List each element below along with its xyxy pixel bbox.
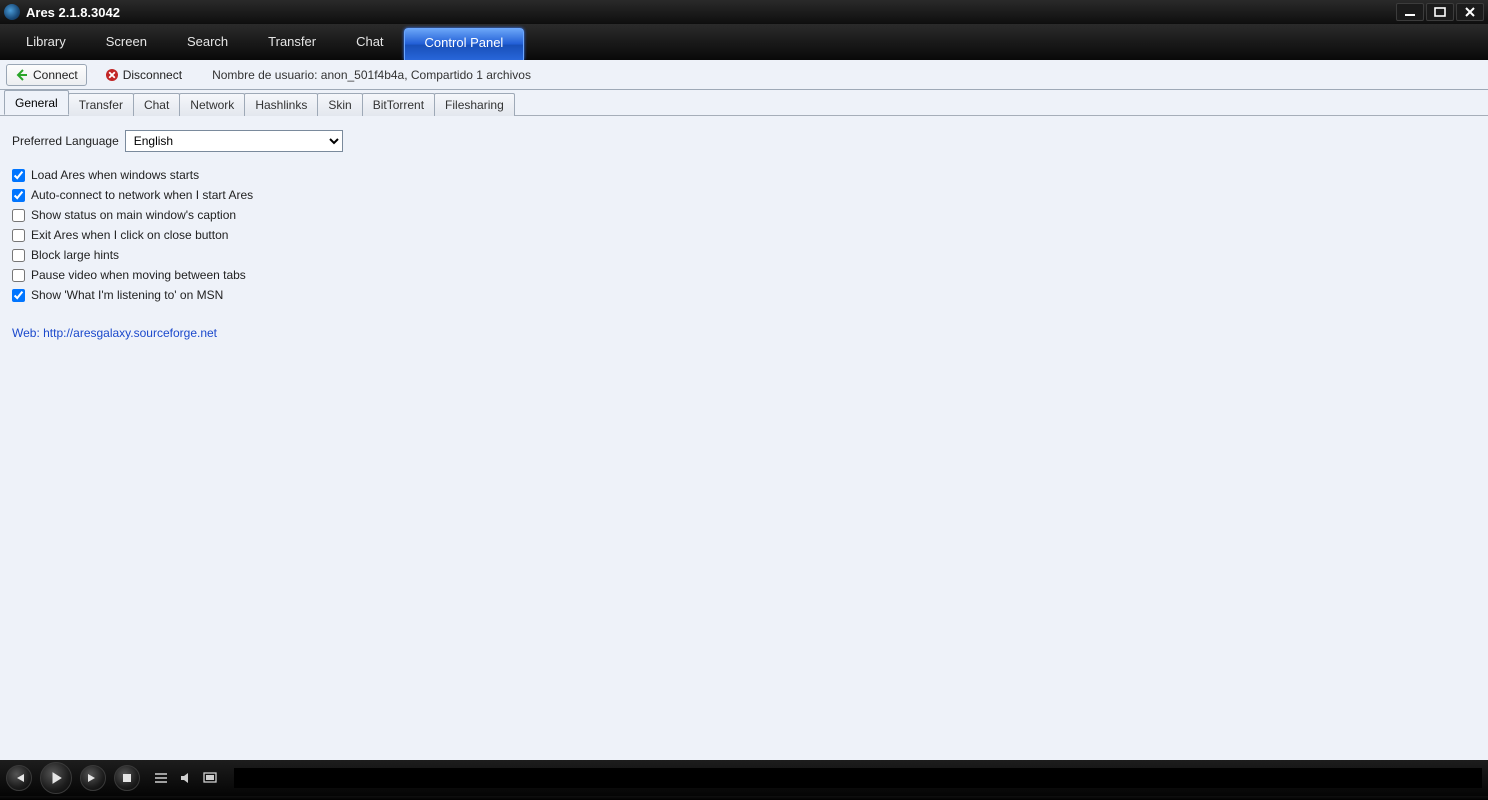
footer-strip: [0, 796, 1488, 800]
tab-filesharing[interactable]: Filesharing: [434, 93, 515, 116]
prev-icon: [13, 772, 25, 784]
tab-bittorrent[interactable]: BitTorrent: [362, 93, 435, 116]
nav-chat[interactable]: Chat: [336, 28, 403, 60]
title-bar: Ares 2.1.8.3042: [0, 0, 1488, 24]
minimize-icon: [1404, 7, 1416, 17]
tab-hashlinks[interactable]: Hashlinks: [244, 93, 318, 116]
disconnect-label: Disconnect: [123, 68, 182, 82]
tab-transfer[interactable]: Transfer: [68, 93, 134, 116]
settings-content: Preferred Language English Load Ares whe…: [0, 116, 1488, 760]
check-label: Block large hints: [31, 248, 119, 262]
connect-button[interactable]: Connect: [6, 64, 87, 86]
player-bar: [0, 760, 1488, 796]
tab-skin[interactable]: Skin: [317, 93, 362, 116]
check-msn-listening[interactable]: [12, 289, 25, 302]
connect-label: Connect: [33, 68, 78, 82]
language-select[interactable]: English: [125, 130, 343, 152]
volume-icon: [179, 771, 193, 785]
connection-toolbar: Connect Disconnect Nombre de usuario: an…: [0, 60, 1488, 90]
playlist-icon: [155, 771, 169, 785]
next-icon: [87, 772, 99, 784]
play-button[interactable]: [40, 762, 72, 794]
check-load-startup[interactable]: [12, 169, 25, 182]
stop-button[interactable]: [114, 765, 140, 791]
check-show-status[interactable]: [12, 209, 25, 222]
nav-transfer[interactable]: Transfer: [248, 28, 336, 60]
playlist-button[interactable]: [154, 770, 170, 786]
maximize-button[interactable]: [1426, 3, 1454, 21]
check-pause-video[interactable]: [12, 269, 25, 282]
check-label: Auto-connect to network when I start Are…: [31, 188, 253, 202]
check-block-hints[interactable]: [12, 249, 25, 262]
nav-search[interactable]: Search: [167, 28, 248, 60]
nav-control-panel[interactable]: Control Panel: [404, 28, 525, 60]
arrow-left-icon: [15, 68, 29, 82]
main-nav: Library Screen Search Transfer Chat Cont…: [0, 24, 1488, 60]
close-icon: [1464, 7, 1476, 17]
check-label: Pause video when moving between tabs: [31, 268, 246, 282]
close-button[interactable]: [1456, 3, 1484, 21]
next-button[interactable]: [80, 765, 106, 791]
minimize-button[interactable]: [1396, 3, 1424, 21]
app-icon: [4, 4, 20, 20]
status-text: Nombre de usuario: anon_501f4b4a, Compar…: [212, 68, 531, 82]
disconnect-button[interactable]: Disconnect: [97, 64, 190, 86]
maximize-icon: [1434, 7, 1446, 17]
app-title: Ares 2.1.8.3042: [26, 5, 120, 20]
settings-tabs: General Transfer Chat Network Hashlinks …: [0, 90, 1488, 116]
fullscreen-button[interactable]: [202, 770, 218, 786]
check-label: Show 'What I'm listening to' on MSN: [31, 288, 223, 302]
check-label: Load Ares when windows starts: [31, 168, 199, 182]
stop-icon: [121, 772, 133, 784]
general-options: Load Ares when windows starts Auto-conne…: [12, 168, 1476, 302]
tab-general[interactable]: General: [4, 90, 69, 115]
check-label: Exit Ares when I click on close button: [31, 228, 228, 242]
tab-network[interactable]: Network: [179, 93, 245, 116]
volume-button[interactable]: [178, 770, 194, 786]
preferred-language-label: Preferred Language: [12, 134, 119, 148]
track-display: [234, 768, 1482, 788]
check-exit-on-close[interactable]: [12, 229, 25, 242]
nav-screen[interactable]: Screen: [86, 28, 167, 60]
check-auto-connect[interactable]: [12, 189, 25, 202]
cross-circle-icon: [105, 68, 119, 82]
web-link[interactable]: Web: http://aresgalaxy.sourceforge.net: [12, 326, 1476, 340]
play-icon: [49, 771, 63, 785]
prev-button[interactable]: [6, 765, 32, 791]
fullscreen-icon: [203, 771, 217, 785]
tab-chat[interactable]: Chat: [133, 93, 180, 116]
nav-library[interactable]: Library: [6, 28, 86, 60]
check-label: Show status on main window's caption: [31, 208, 236, 222]
